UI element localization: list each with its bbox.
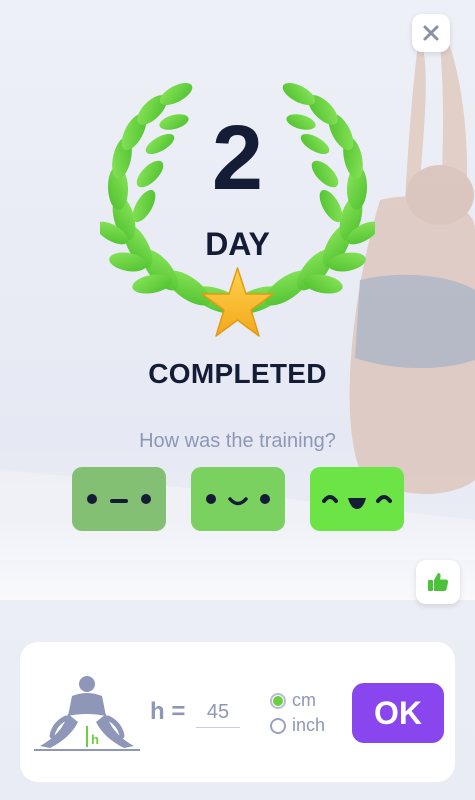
rating-smile-button[interactable] bbox=[191, 467, 285, 531]
star-icon bbox=[201, 267, 274, 337]
unit-cm-option[interactable]: cm bbox=[270, 690, 316, 711]
like-button[interactable] bbox=[416, 560, 460, 604]
radio-cm[interactable] bbox=[270, 692, 286, 709]
neutral-face-icon bbox=[87, 494, 151, 504]
unit-cm-label: cm bbox=[292, 690, 316, 710]
feedback-question: How was the training? bbox=[139, 430, 336, 452]
day-label: DAY bbox=[205, 226, 270, 262]
height-label: h = bbox=[150, 698, 186, 725]
svg-text:h: h bbox=[91, 732, 99, 747]
height-value-input[interactable] bbox=[196, 697, 240, 728]
unit-inch-option[interactable]: inch bbox=[270, 715, 325, 736]
radio-inch[interactable] bbox=[270, 717, 286, 734]
unit-inch-label: inch bbox=[292, 715, 326, 735]
happy-face-icon bbox=[322, 495, 392, 509]
completed-label: COMPLETED bbox=[148, 358, 327, 389]
thumbs-up-icon bbox=[428, 573, 449, 591]
close-icon bbox=[423, 25, 439, 41]
height-input-card: h h = cm inch OK bbox=[20, 642, 455, 782]
smile-face-icon bbox=[206, 494, 270, 506]
wide-leg-stretch-icon: h bbox=[34, 676, 140, 751]
rating-neutral-button[interactable] bbox=[72, 467, 166, 531]
ok-button[interactable]: OK bbox=[352, 683, 444, 743]
day-number: 2 bbox=[211, 107, 264, 209]
rating-happy-button[interactable] bbox=[310, 467, 404, 531]
close-button[interactable] bbox=[412, 14, 450, 52]
